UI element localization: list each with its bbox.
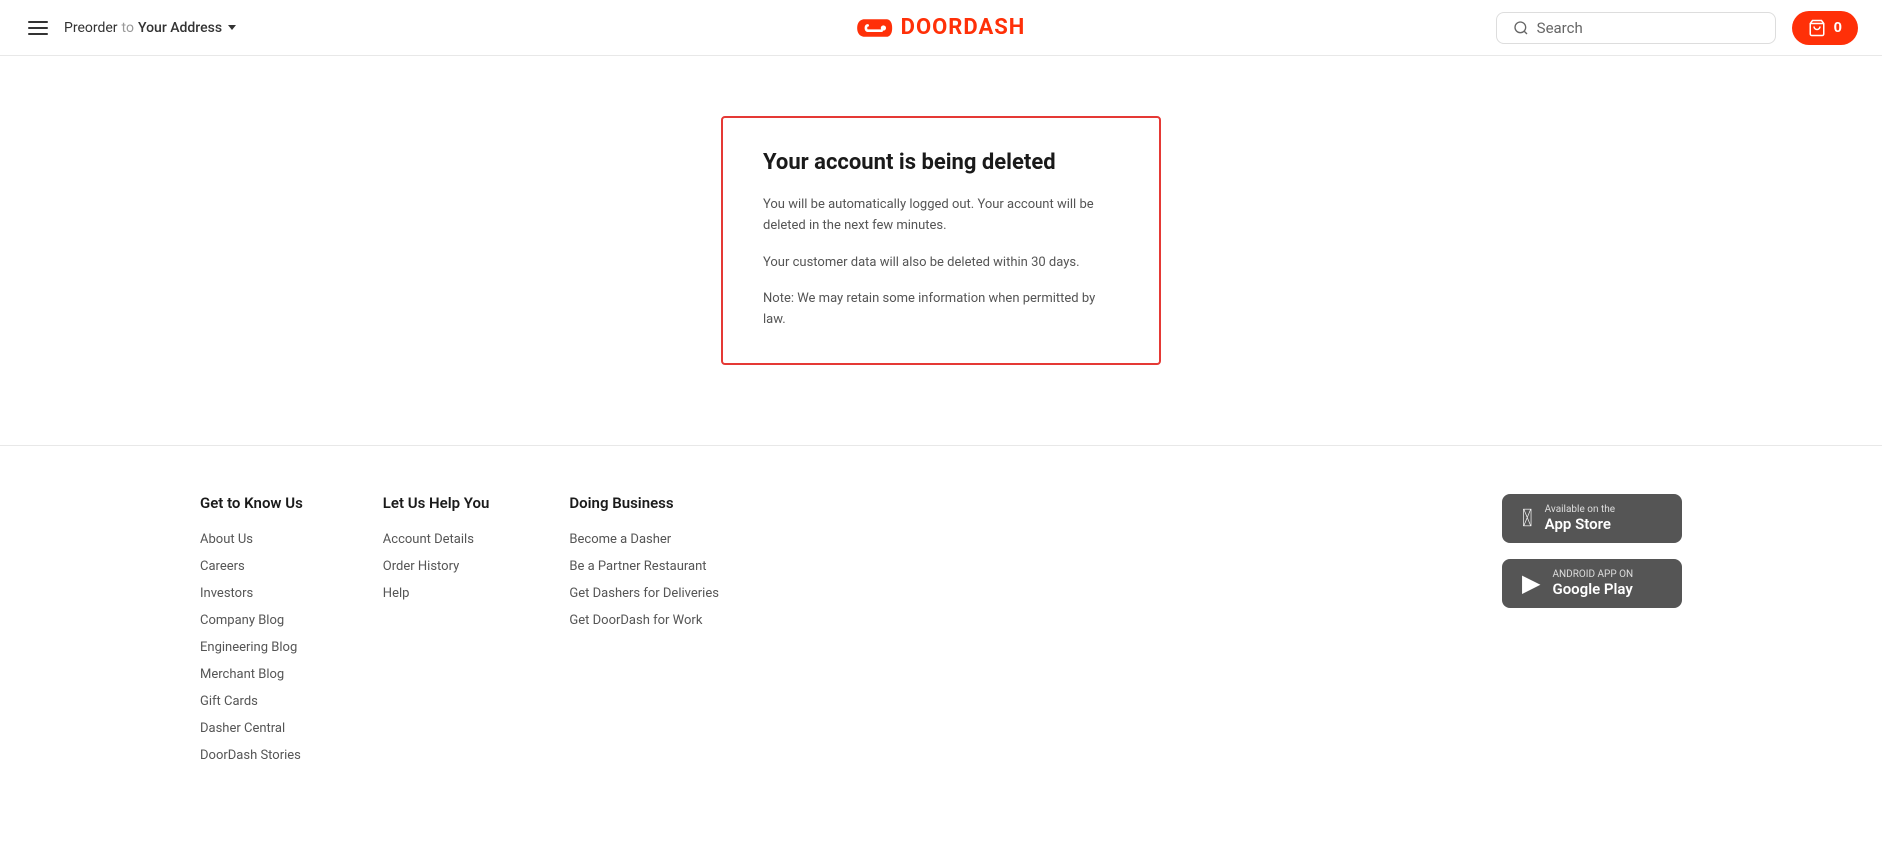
google-play-sub: ANDROID APP ON [1552, 569, 1633, 580]
footer: Get to Know Us About Us Careers Investor… [0, 445, 1882, 823]
footer-link-partner-restaurant[interactable]: Be a Partner Restaurant [569, 559, 719, 574]
footer-link-about-us[interactable]: About Us [200, 532, 303, 547]
to-word: to [122, 20, 134, 36]
footer-link-merchant-blog[interactable]: Merchant Blog [200, 667, 303, 682]
footer-col-help-title: Let Us Help You [383, 494, 490, 512]
main-content: Your account is being deleted You will b… [0, 56, 1882, 445]
chevron-down-icon [228, 25, 236, 30]
google-play-main: Google Play [1552, 580, 1633, 598]
footer-link-help[interactable]: Help [383, 586, 490, 601]
footer-link-account-details[interactable]: Account Details [383, 532, 490, 547]
doordash-logo[interactable]: DOORDASH [857, 14, 1026, 42]
cart-count: 0 [1834, 19, 1842, 36]
hamburger-menu[interactable] [24, 17, 52, 39]
footer-link-get-dashers[interactable]: Get Dashers for Deliveries [569, 586, 719, 601]
footer-link-doordash-work[interactable]: Get DoorDash for Work [569, 613, 719, 628]
search-placeholder: Search [1537, 19, 1583, 37]
preorder-address[interactable]: Preorder to Your Address [64, 20, 236, 36]
deletion-note: Note: We may retain some information whe… [763, 289, 1119, 331]
footer-link-become-dasher[interactable]: Become a Dasher [569, 532, 719, 547]
doordash-logo-icon [857, 14, 893, 42]
header-left: Preorder to Your Address [24, 17, 236, 39]
preorder-label: Preorder [64, 20, 118, 36]
footer-col-help: Let Us Help You Account Details Order Hi… [383, 494, 490, 775]
footer-link-dasher-central[interactable]: Dasher Central [200, 721, 303, 736]
logo-text: DOORDASH [901, 15, 1026, 40]
search-bar[interactable]: Search [1496, 12, 1776, 44]
footer-link-order-history[interactable]: Order History [383, 559, 490, 574]
cart-icon [1808, 19, 1826, 37]
header: Preorder to Your Address DOORDASH Search… [0, 0, 1882, 56]
google-play-text: ANDROID APP ON Google Play [1552, 569, 1633, 598]
deletion-paragraph2: Your customer data will also be deleted … [763, 253, 1119, 274]
header-right: Search 0 [1496, 11, 1858, 45]
footer-link-careers[interactable]: Careers [200, 559, 303, 574]
footer-grid: Get to Know Us About Us Careers Investor… [200, 494, 1682, 775]
google-play-badge[interactable]: ▶ ANDROID APP ON Google Play [1502, 559, 1682, 608]
address-label: Your Address [138, 20, 222, 36]
app-store-text: Available on the App Store [1545, 504, 1615, 533]
deletion-title: Your account is being deleted [763, 150, 1119, 175]
footer-col-know-us: Get to Know Us About Us Careers Investor… [200, 494, 303, 775]
footer-col-know-us-title: Get to Know Us [200, 494, 303, 512]
cart-button[interactable]: 0 [1792, 11, 1858, 45]
google-play-icon: ▶ [1522, 569, 1540, 597]
apple-icon:  [1522, 504, 1533, 532]
footer-link-investors[interactable]: Investors [200, 586, 303, 601]
footer-link-doordash-stories[interactable]: DoorDash Stories [200, 748, 303, 763]
footer-col-business: Doing Business Become a Dasher Be a Part… [569, 494, 719, 775]
footer-col-business-title: Doing Business [569, 494, 719, 512]
search-icon [1513, 20, 1529, 36]
app-store-badge[interactable]:  Available on the App Store [1502, 494, 1682, 543]
deletion-paragraph1: You will be automatically logged out. Yo… [763, 195, 1119, 237]
deletion-card: Your account is being deleted You will b… [721, 116, 1161, 365]
footer-link-company-blog[interactable]: Company Blog [200, 613, 303, 628]
footer-link-gift-cards[interactable]: Gift Cards [200, 694, 303, 709]
app-store-main: App Store [1545, 515, 1615, 533]
app-store-sub: Available on the [1545, 504, 1615, 515]
footer-link-engineering-blog[interactable]: Engineering Blog [200, 640, 303, 655]
footer-apps:  Available on the App Store ▶ ANDROID A… [1502, 494, 1682, 775]
